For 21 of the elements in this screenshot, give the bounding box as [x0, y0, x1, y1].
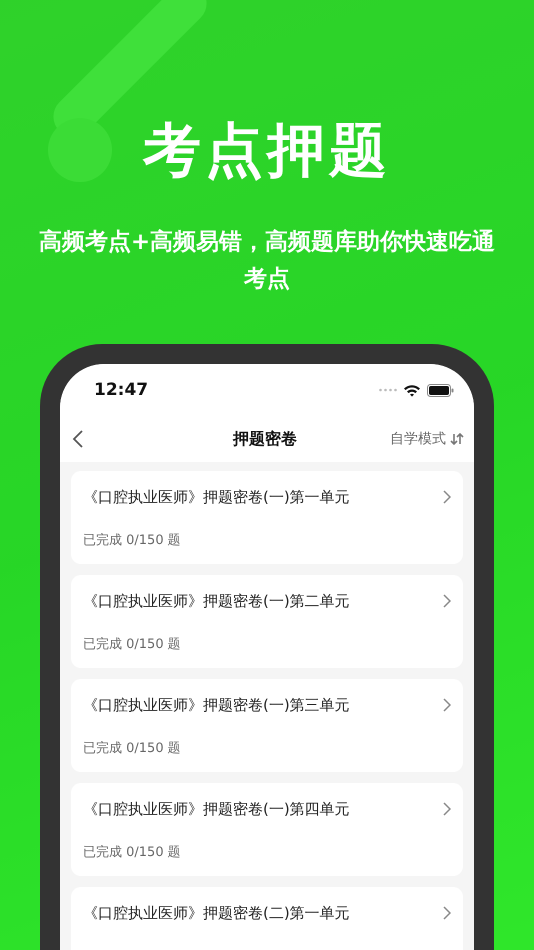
headline: 考点押题 — [143, 115, 391, 186]
page-title: 押题密卷 — [233, 428, 297, 450]
chevron-right-icon — [443, 594, 451, 608]
chevron-right-icon — [443, 802, 451, 816]
chevron-right-icon — [443, 906, 451, 920]
paper-title: 《口腔执业医师》押题密卷(一)第三单元 — [83, 696, 350, 714]
battery-icon — [427, 384, 454, 396]
paper-title: 《口腔执业医师》押题密卷(一)第二单元 — [83, 592, 350, 610]
paper-title: 《口腔执业医师》押题密卷(二)第一单元 — [83, 904, 350, 922]
status-time: 12:47 — [94, 380, 148, 400]
back-button[interactable] — [72, 429, 84, 449]
paper-title: 《口腔执业医师》押题密卷(一)第一单元 — [83, 488, 350, 506]
paper-title: 《口腔执业医师》押题密卷(一)第四单元 — [83, 800, 350, 818]
subtitle: 高频考点+高频易错，高频题库助你快速吃通考点 — [38, 228, 496, 294]
chevron-right-icon — [443, 698, 451, 712]
sort-icon — [450, 433, 464, 445]
chevron-right-icon — [443, 490, 451, 504]
mode-button[interactable]: 自学模式 — [390, 430, 464, 448]
signal-icon — [379, 388, 397, 392]
paper-card[interactable]: 《口腔执业医师》押题密卷(二)第一单元 — [71, 887, 463, 950]
wifi-icon — [403, 384, 421, 396]
